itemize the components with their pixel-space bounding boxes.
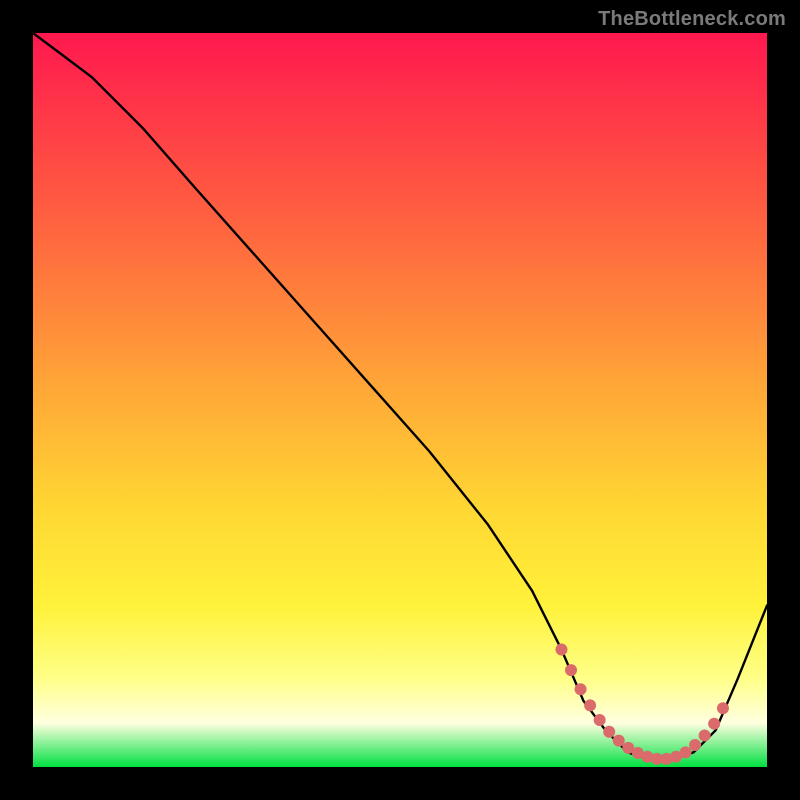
plot-area [33, 33, 767, 767]
marker-points [555, 644, 728, 765]
curve-path [33, 33, 767, 760]
watermark-text: TheBottleneck.com [598, 8, 786, 31]
curve-layer [33, 33, 767, 767]
chart-stage: TheBottleneck.com [0, 0, 800, 800]
